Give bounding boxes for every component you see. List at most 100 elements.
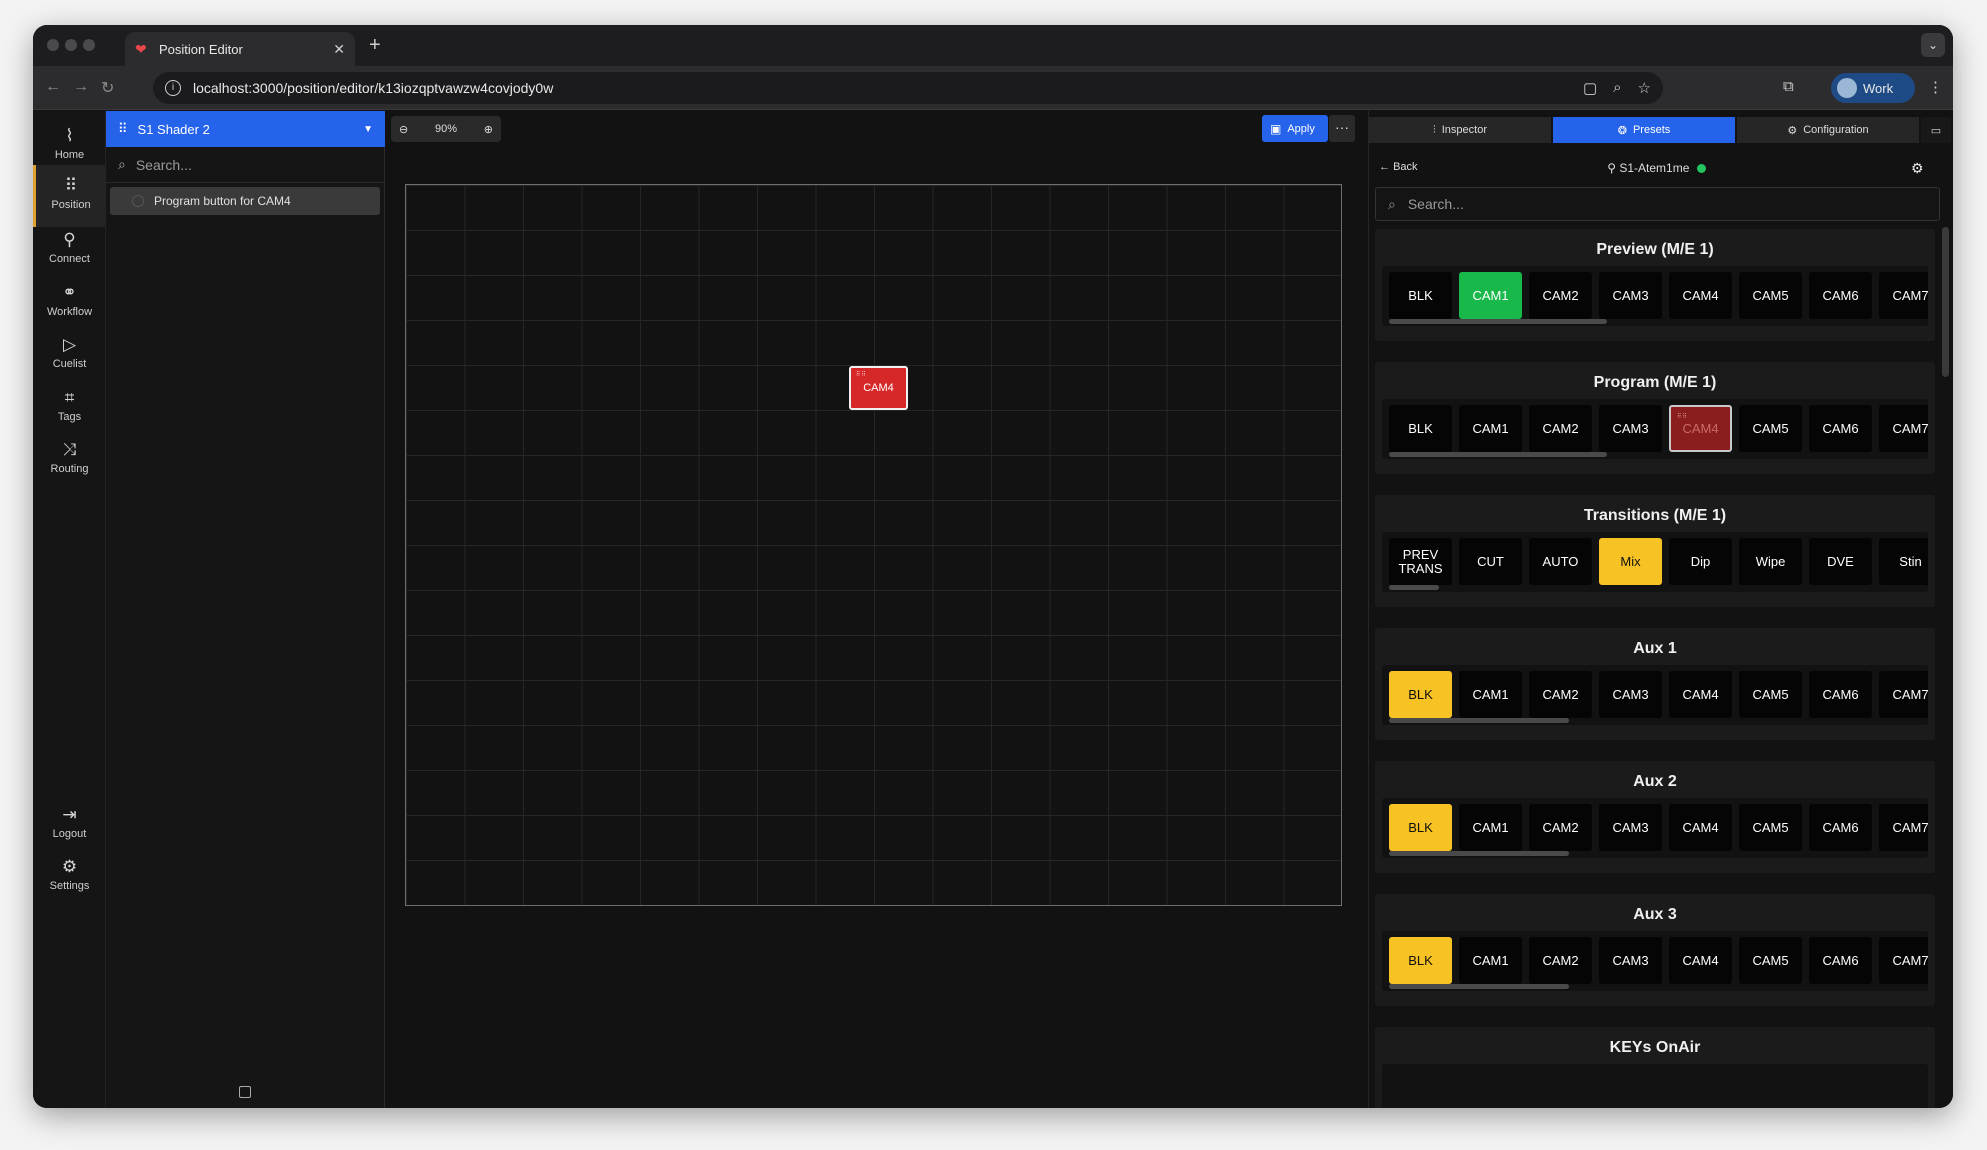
preset-button[interactable]: Mix xyxy=(1599,538,1662,585)
preset-button[interactable]: BLK xyxy=(1389,405,1452,452)
preset-button[interactable]: CAM2 xyxy=(1529,937,1592,984)
preset-button[interactable]: CAM6 xyxy=(1809,272,1872,319)
preset-button[interactable]: CAM3 xyxy=(1599,937,1662,984)
preset-button-row[interactable] xyxy=(1382,1064,1928,1108)
preset-button-row[interactable]: BLK CAM1 CAM2 CAM3 CAM4 CAM5 CAM6 CAM7 xyxy=(1382,665,1928,725)
zoom-icon[interactable]: ⌕ xyxy=(1613,79,1621,97)
preset-button[interactable]: CAM5 xyxy=(1739,671,1802,718)
preset-button[interactable]: CAM4 xyxy=(1669,937,1732,984)
close-tab-icon[interactable]: ✕ xyxy=(333,41,345,58)
preset-button[interactable]: CAM2 xyxy=(1529,804,1592,851)
horizontal-scrollbar[interactable] xyxy=(1389,585,1439,590)
window-close-dot[interactable] xyxy=(47,39,59,51)
preset-button[interactable]: CAM1 xyxy=(1459,937,1522,984)
presets-search-input[interactable]: ⌕ Search... xyxy=(1375,187,1940,221)
horizontal-scrollbar[interactable] xyxy=(1389,319,1607,324)
preset-button[interactable]: CUT xyxy=(1459,538,1522,585)
clipboard-icon[interactable]: ▢ xyxy=(1583,79,1597,97)
preset-button[interactable]: CAM1 xyxy=(1459,405,1522,452)
apply-button[interactable]: ▣ Apply xyxy=(1262,115,1328,142)
preset-button[interactable]: CAM2 xyxy=(1529,405,1592,452)
window-maximize-dot[interactable] xyxy=(83,39,95,51)
preset-button[interactable]: CAM4 xyxy=(1669,671,1732,718)
cam4-program-tile[interactable]: ⠿⠿ CAM4 xyxy=(849,366,908,410)
preset-button[interactable]: CAM2 xyxy=(1529,272,1592,319)
preset-button[interactable]: BLK xyxy=(1389,804,1452,851)
preset-button[interactable]: CAM5 xyxy=(1739,272,1802,319)
preset-button[interactable]: CAM6 xyxy=(1809,937,1872,984)
window-minimize-dot[interactable] xyxy=(65,39,77,51)
url-bar[interactable]: i localhost:3000/position/editor/k13iozq… xyxy=(153,72,1663,104)
preset-button[interactable]: CAM7 xyxy=(1879,272,1928,319)
collapse-panel-icon[interactable] xyxy=(239,1086,251,1098)
forward-arrow-icon[interactable]: → xyxy=(73,78,89,96)
back-arrow-icon[interactable]: ← xyxy=(45,78,61,96)
preset-button[interactable]: Wipe xyxy=(1739,538,1802,585)
panel-layout-icon[interactable]: ▭ xyxy=(1921,117,1951,143)
preset-button-row[interactable]: BLK CAM1 CAM2 CAM3 CAM4 CAM5 CAM6 CAM7 xyxy=(1382,798,1928,858)
preset-button[interactable]: Dip xyxy=(1669,538,1732,585)
browser-tab[interactable]: ❤ Position Editor ✕ xyxy=(125,32,355,66)
browser-menu-icon[interactable]: ⋮ xyxy=(1928,78,1943,96)
preset-button[interactable]: CAM4 xyxy=(1669,804,1732,851)
preset-button[interactable]: CAM7 xyxy=(1879,405,1928,452)
position-canvas[interactable]: ⠿⠿ CAM4 xyxy=(405,184,1342,906)
preset-button[interactable]: BLK xyxy=(1389,671,1452,718)
reload-icon[interactable]: ↻ xyxy=(101,78,114,98)
preset-button[interactable]: CAM6 xyxy=(1809,671,1872,718)
preset-button[interactable]: CAM4 xyxy=(1669,272,1732,319)
preset-settings-icon[interactable]: ⚙ xyxy=(1911,160,1924,177)
list-item[interactable]: Program button for CAM4 xyxy=(110,187,380,215)
visibility-icon[interactable] xyxy=(132,195,144,207)
tab-inspector[interactable]: ⫶ Inspector xyxy=(1369,117,1551,143)
preset-button[interactable]: CAM1 xyxy=(1459,671,1522,718)
zoom-out-icon[interactable]: ⊖ xyxy=(399,123,408,136)
preset-button[interactable]: DVE xyxy=(1809,538,1872,585)
preset-button-row[interactable]: BLK CAM1 CAM2 CAM3 ⠿⠿ CAM4 CAM5 CAM6 CAM7 xyxy=(1382,399,1928,459)
preset-button[interactable]: CAM3 xyxy=(1599,405,1662,452)
new-tab-icon[interactable]: + xyxy=(369,34,381,57)
preset-button[interactable]: CAM3 xyxy=(1599,671,1662,718)
preset-button[interactable]: AUTO xyxy=(1529,538,1592,585)
layers-search-input[interactable]: ⌕ Search... xyxy=(106,147,385,183)
horizontal-scrollbar[interactable] xyxy=(1389,718,1569,723)
preset-button[interactable]: CAM1 xyxy=(1459,804,1522,851)
rail-item-position[interactable]: ⠿ Position xyxy=(33,165,106,227)
preset-button[interactable]: CAM6 xyxy=(1809,804,1872,851)
profile-button[interactable]: Work xyxy=(1831,73,1915,103)
tab-presets[interactable]: ❂ Presets xyxy=(1553,117,1735,143)
preset-button[interactable]: BLK xyxy=(1389,272,1452,319)
preset-button[interactable]: CAM3 xyxy=(1599,804,1662,851)
drag-handle-icon[interactable]: ⠿⠿ xyxy=(856,371,867,378)
rail-item-settings[interactable]: ⚙ Settings xyxy=(33,846,106,908)
preset-button[interactable]: ⠿⠿ CAM4 xyxy=(1669,405,1732,452)
scrollbar-thumb[interactable] xyxy=(1942,227,1949,377)
horizontal-scrollbar[interactable] xyxy=(1389,452,1607,457)
tab-search-chevron-icon[interactable]: ⌄ xyxy=(1921,33,1945,57)
preset-button[interactable]: CAM7 xyxy=(1879,804,1928,851)
preset-button-row[interactable]: PREV TRANS CUT AUTO Mix Dip Wipe DVE Stin xyxy=(1382,532,1928,592)
preset-button[interactable]: PREV TRANS xyxy=(1389,538,1452,585)
preset-button-row[interactable]: BLK CAM1 CAM2 CAM3 CAM4 CAM5 CAM6 CAM7 xyxy=(1382,266,1928,326)
preset-button[interactable]: CAM5 xyxy=(1739,804,1802,851)
extensions-icon[interactable]: ⧉ xyxy=(1783,78,1794,95)
preset-button[interactable]: Stin xyxy=(1879,538,1928,585)
preset-button[interactable]: BLK xyxy=(1389,937,1452,984)
url-text[interactable]: localhost:3000/position/editor/k13iozqpt… xyxy=(193,80,553,96)
shader-selector[interactable]: ⠿ S1 Shader 2 ▼ xyxy=(106,111,385,147)
preset-button[interactable]: CAM2 xyxy=(1529,671,1592,718)
back-button[interactable]: ← Back xyxy=(1379,161,1418,173)
preset-button-row[interactable]: BLK CAM1 CAM2 CAM3 CAM4 CAM5 CAM6 CAM7 xyxy=(1382,931,1928,991)
site-info-icon[interactable]: i xyxy=(165,80,181,96)
tab-configuration[interactable]: ⚙ Configuration xyxy=(1737,117,1919,143)
preset-button[interactable]: CAM5 xyxy=(1739,937,1802,984)
horizontal-scrollbar[interactable] xyxy=(1389,984,1569,989)
horizontal-scrollbar[interactable] xyxy=(1389,851,1569,856)
preset-button[interactable]: CAM1 xyxy=(1459,272,1522,319)
bookmark-star-icon[interactable]: ☆ xyxy=(1638,79,1651,97)
preset-button[interactable]: CAM6 xyxy=(1809,405,1872,452)
rail-item-routing[interactable]: ⤨ Routing xyxy=(33,429,106,491)
more-options-icon[interactable]: ··· xyxy=(1329,115,1355,142)
zoom-in-icon[interactable]: ⊕ xyxy=(484,123,493,136)
preset-button[interactable]: CAM7 xyxy=(1879,671,1928,718)
